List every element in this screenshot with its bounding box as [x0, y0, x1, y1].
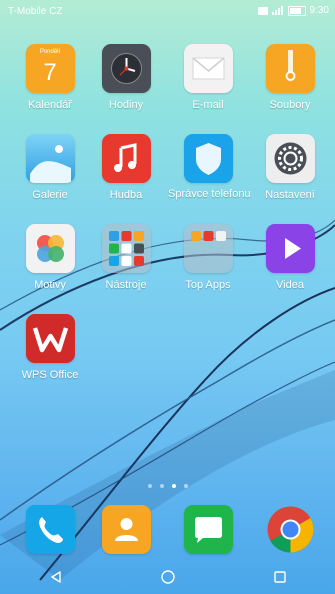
navigation-bar [0, 564, 335, 594]
dock-messages[interactable] [168, 505, 248, 554]
app-label: Videa [276, 279, 304, 291]
calendar-icon: Pondělí 7 [25, 44, 75, 93]
app-label: Kalendář [27, 99, 73, 111]
carrier-name: T-Mobile CZ [8, 6, 63, 17]
app-gallery[interactable]: Galerie [10, 134, 90, 201]
recent-apps-button[interactable] [273, 570, 287, 589]
app-themes[interactable]: Motivy [10, 224, 90, 291]
app-videos[interactable]: Videa [250, 224, 330, 291]
status-bar: T-Mobile CZ 9:30 [0, 0, 335, 22]
recent-apps-square-icon [273, 570, 286, 583]
signal-strength-icon [271, 6, 284, 15]
page-indicator [0, 484, 335, 488]
home-button[interactable] [160, 569, 176, 590]
app-music[interactable]: Hudba [86, 134, 166, 201]
home-screen: T-Mobile CZ 9:30 Pondělí 7 Kalendář Hodi… [0, 0, 335, 594]
themes-icon [25, 224, 75, 273]
app-label: Hodiny [108, 99, 144, 111]
folder-icon [183, 224, 233, 273]
clock-icon [101, 44, 151, 93]
app-tools-folder[interactable]: Nástroje [86, 224, 166, 291]
sim-card-icon [257, 6, 268, 15]
home-circle-icon [160, 569, 175, 584]
page-dot[interactable] [159, 484, 164, 488]
app-settings[interactable]: Nastavení [250, 134, 330, 201]
app-email[interactable]: E-mail [168, 44, 248, 111]
app-label: Nastavení [265, 189, 315, 201]
gear-icon [265, 134, 315, 183]
app-wps-office[interactable]: WPS Office [10, 314, 90, 381]
dock-chrome[interactable] [250, 505, 330, 554]
app-calendar[interactable]: Pondělí 7 Kalendář [10, 44, 90, 111]
folder-icon [101, 224, 151, 273]
page-dot[interactable] [147, 484, 152, 488]
music-note-icon [101, 134, 151, 183]
page-dot-current[interactable] [171, 484, 176, 488]
app-files[interactable]: Soubory [250, 44, 330, 111]
message-icon [183, 505, 233, 554]
shield-icon [183, 134, 233, 183]
status-time: 9:30 [309, 5, 329, 16]
phone-icon [25, 505, 75, 554]
calendar-day-number: 7 [43, 59, 57, 86]
wps-office-icon [25, 314, 75, 363]
folder-zip-icon [265, 44, 315, 93]
back-button[interactable] [49, 570, 63, 589]
app-phone-manager[interactable]: Správce telefonu [168, 134, 251, 200]
app-label: Hudba [109, 189, 143, 201]
app-label: E-mail [192, 99, 224, 111]
chrome-icon [266, 505, 315, 554]
app-label: WPS Office [21, 369, 79, 381]
app-label: Top Apps [185, 279, 231, 291]
envelope-icon [183, 44, 233, 93]
play-icon [265, 224, 315, 273]
app-top-apps-folder[interactable]: Top Apps [168, 224, 248, 291]
back-triangle-icon [50, 570, 61, 583]
page-dot[interactable] [183, 484, 188, 488]
calendar-day-name: Pondělí [39, 49, 61, 55]
app-label: Motivy [34, 279, 66, 291]
battery-icon [287, 5, 306, 16]
dock-phone[interactable] [10, 505, 90, 554]
app-label: Nástroje [105, 279, 147, 291]
app-label: Soubory [269, 99, 311, 111]
app-label: Správce telefonu [168, 188, 251, 200]
contacts-icon [101, 505, 151, 554]
gallery-icon [25, 134, 75, 183]
dock-contacts[interactable] [86, 505, 166, 554]
app-label: Galerie [32, 189, 68, 201]
app-clock[interactable]: Hodiny [86, 44, 166, 111]
